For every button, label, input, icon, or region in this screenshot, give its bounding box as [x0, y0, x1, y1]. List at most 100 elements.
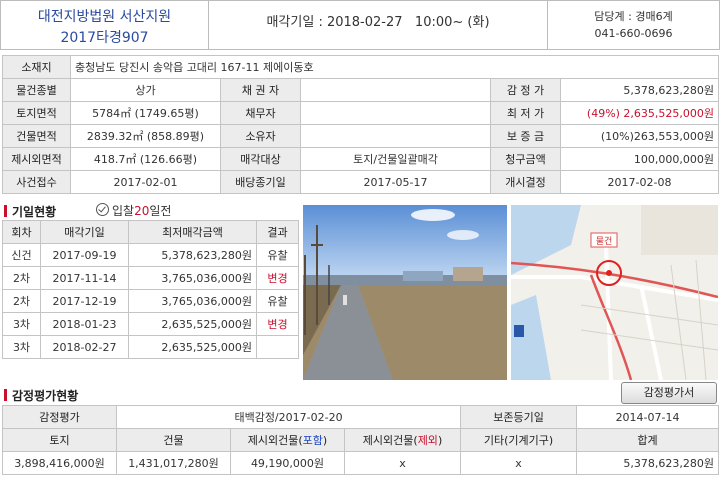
info-label: 최 저 가	[490, 101, 561, 125]
info-label: 소유자	[220, 124, 301, 148]
location-map[interactable]: 물건	[511, 205, 718, 380]
property-photo[interactable]	[303, 205, 507, 380]
contact-block: 담당계 : 경매6계 041-660-0696	[547, 1, 719, 49]
info-value	[300, 78, 491, 102]
header-highlight: 제외	[417, 434, 438, 447]
column-header: 결과	[256, 220, 299, 244]
other-value: x	[460, 451, 578, 475]
table-row: 신건 2017-09-19 5,378,623,280원 유찰	[2, 243, 299, 267]
info-value: 418.7㎡ (126.66평)	[70, 147, 221, 171]
result-cell: 변경	[256, 312, 299, 336]
section-marker	[4, 389, 7, 401]
info-row: 물건종별 상가 채 권 자 감 정 가 5,378,623,280원	[2, 78, 720, 102]
building-value: 1,431,017,280원	[116, 451, 231, 475]
table-row: 3,898,416,000원 1,431,017,280원 49,190,000…	[2, 451, 720, 475]
date-cell: 2017-11-14	[40, 266, 129, 290]
result-cell: 유찰	[256, 243, 299, 267]
appraisal-section-title: 감정평가현황	[4, 387, 78, 404]
price-cell: 2,635,525,000원	[128, 312, 257, 336]
info-value	[300, 124, 491, 148]
table-row: 2차 2017-11-14 3,765,036,000원 변경	[2, 266, 299, 290]
section-marker	[4, 205, 7, 217]
info-value: 5784㎡ (1749.65평)	[70, 101, 221, 125]
info-value: 2017-02-08	[559, 170, 720, 194]
minimum-price: (49%) 2,635,525,000원	[559, 101, 720, 125]
address-row: 소재지 충청남도 당진시 송악읍 고대리 167-11 제에이동호	[2, 55, 720, 79]
header-text: 제시외건물(	[247, 434, 303, 447]
history-header-row: 회차 매각기일 최저매각금액 결과	[2, 220, 299, 244]
info-label: 청구금액	[490, 147, 561, 171]
column-header: 제시외건물(제외)	[343, 428, 462, 452]
bid-countdown: 입찰20일전	[112, 202, 171, 219]
court-name: 대전지방법원 서산지원	[37, 9, 172, 25]
info-value: 2017-05-17	[300, 170, 491, 194]
info-row: 제시외면적 418.7㎡ (126.66평) 매각대상 토지/건물일괄매각 청구…	[2, 147, 720, 171]
check-circle-icon	[96, 203, 109, 216]
column-header: 건물	[116, 428, 231, 452]
address-value: 충청남도 당진시 송악읍 고대리 167-11 제에이동호	[69, 55, 720, 79]
info-row: 사건접수 2017-02-01 배당종기일 2017-05-17 개시결정 20…	[2, 170, 720, 194]
price-cell: 3,765,036,000원	[128, 266, 257, 290]
total-value: 5,378,623,280원	[576, 451, 720, 475]
table-row: 3차 2018-01-23 2,635,525,000원 변경	[2, 312, 299, 336]
appraisal-header-row: 토지 건물 제시외건물(포함) 제시외건물(제외) 기타(기계기구) 합계	[2, 428, 720, 452]
round-cell: 3차	[2, 312, 41, 336]
appraisal-table: 감정평가 태백감정/2017-02-20 보존등기일 2014-07-14 토지…	[2, 405, 720, 475]
case-number: 2017타경907	[60, 30, 149, 46]
result-cell: 유찰	[256, 289, 299, 313]
phone-number: 041-660-0696	[594, 27, 673, 40]
extra-excluded-value: x	[343, 451, 462, 475]
preserve-date: 2014-07-14	[576, 405, 720, 429]
info-label: 배당종기일	[220, 170, 301, 194]
price-cell: 3,765,036,000원	[128, 289, 257, 313]
info-label: 사건접수	[2, 170, 71, 194]
info-value: 토지/건물일괄매각	[300, 147, 491, 171]
column-header: 최저매각금액	[128, 220, 257, 244]
history-title-text: 기일현황	[12, 205, 57, 219]
map-marker-label: 물건	[596, 236, 613, 247]
photo-image	[303, 205, 507, 380]
round-cell: 3차	[2, 335, 41, 359]
column-header: 회차	[2, 220, 41, 244]
info-label: 개시결정	[490, 170, 561, 194]
info-value	[300, 101, 491, 125]
address-label: 소재지	[2, 55, 71, 79]
department: 담당계 : 경매6계	[594, 10, 673, 23]
sale-date: 매각기일 : 2018-02-27 10:00~ (화)	[209, 1, 547, 49]
history-section-title: 기일현황	[4, 203, 56, 220]
appraisal-agency: 태백감정/2017-02-20	[115, 405, 462, 429]
sale-date-label: 매각기일 : 2018-02-27	[266, 15, 403, 30]
date-cell: 2018-02-27	[40, 335, 129, 359]
info-label: 물건종별	[2, 78, 71, 102]
header-bar: 대전지방법원 서산지원 2017타경907 매각기일 : 2018-02-27 …	[0, 0, 720, 50]
info-label: 채 권 자	[220, 78, 301, 102]
court-block: 대전지방법원 서산지원 2017타경907	[1, 1, 209, 49]
header-text: )	[322, 434, 328, 447]
table-row: 3차 2018-02-27 2,635,525,000원	[2, 335, 299, 359]
info-value: 2017-02-01	[70, 170, 221, 194]
info-value: 2839.32㎡ (858.89평)	[70, 124, 221, 148]
date-cell: 2018-01-23	[40, 312, 129, 336]
header-highlight: 포함	[302, 434, 323, 447]
bid-days: 20	[134, 204, 150, 218]
property-info-table: 소재지 충청남도 당진시 송악읍 고대리 167-11 제에이동호 물건종별 상…	[2, 55, 720, 194]
column-header: 토지	[2, 428, 117, 452]
info-row: 건물면적 2839.32㎡ (858.89평) 소유자 보 증 금 (10%)2…	[2, 124, 720, 148]
info-value: 상가	[70, 78, 221, 102]
appraisal-report-button[interactable]: 감정평가서	[621, 382, 717, 404]
info-label: 채무자	[220, 101, 301, 125]
land-value: 3,898,416,000원	[2, 451, 117, 475]
result-cell: 변경	[256, 266, 299, 290]
appraisal-label: 감정평가	[2, 405, 117, 429]
price-cell: 2,635,525,000원	[128, 335, 257, 359]
table-row: 2차 2017-12-19 3,765,036,000원 유찰	[2, 289, 299, 313]
bid-prefix: 입찰	[112, 204, 135, 218]
column-header: 매각기일	[40, 220, 129, 244]
date-cell: 2017-12-19	[40, 289, 129, 313]
round-cell: 신건	[2, 243, 41, 267]
column-header: 제시외건물(포함)	[230, 428, 345, 452]
appraisal-summary-row: 감정평가 태백감정/2017-02-20 보존등기일 2014-07-14	[2, 405, 720, 429]
column-header: 기타(기계기구)	[460, 428, 578, 452]
info-label: 제시외면적	[2, 147, 71, 171]
info-label: 건물면적	[2, 124, 71, 148]
